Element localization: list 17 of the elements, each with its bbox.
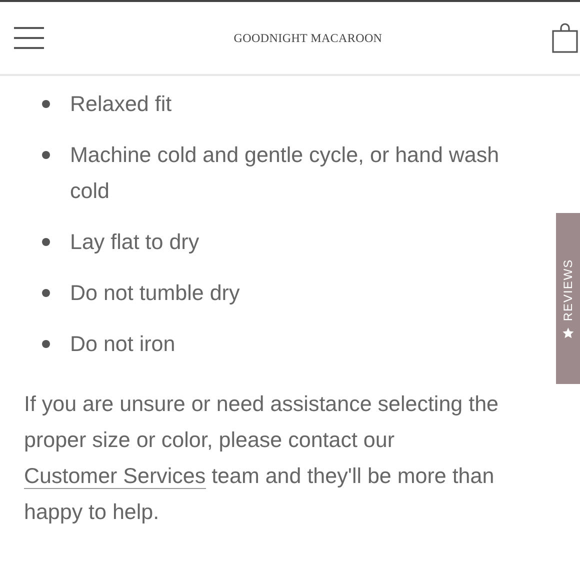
bullet-icon: [42, 151, 50, 159]
menu-icon[interactable]: [14, 27, 44, 49]
bullet-icon: [42, 289, 50, 297]
help-paragraph: If you are unsure or need assistance selecting the proper size or color, please contact our Customer Services team and they'll be more than happy to help.: [24, 391, 500, 526]
shopping-bag-icon[interactable]: [552, 23, 578, 53]
care-instruction: Machine cold and gentle cycle, or hand wash cold: [70, 142, 500, 205]
customer-services-link[interactable]: Customer Services: [24, 464, 206, 489]
reviews-tab[interactable]: REVIEWS: [556, 213, 580, 384]
bullet-icon: [42, 238, 50, 246]
star-icon: [562, 326, 574, 339]
care-instruction: Lay flat to dry: [70, 229, 200, 256]
care-instruction: Do not tumble dry: [70, 280, 240, 307]
bullet-icon: [42, 100, 50, 108]
care-instruction: Do not iron: [70, 331, 176, 358]
bullet-icon: [42, 340, 50, 348]
care-instruction: Relaxed fit: [70, 91, 172, 118]
brand-logo[interactable]: GOODNIGHT MACAROON: [234, 30, 382, 46]
